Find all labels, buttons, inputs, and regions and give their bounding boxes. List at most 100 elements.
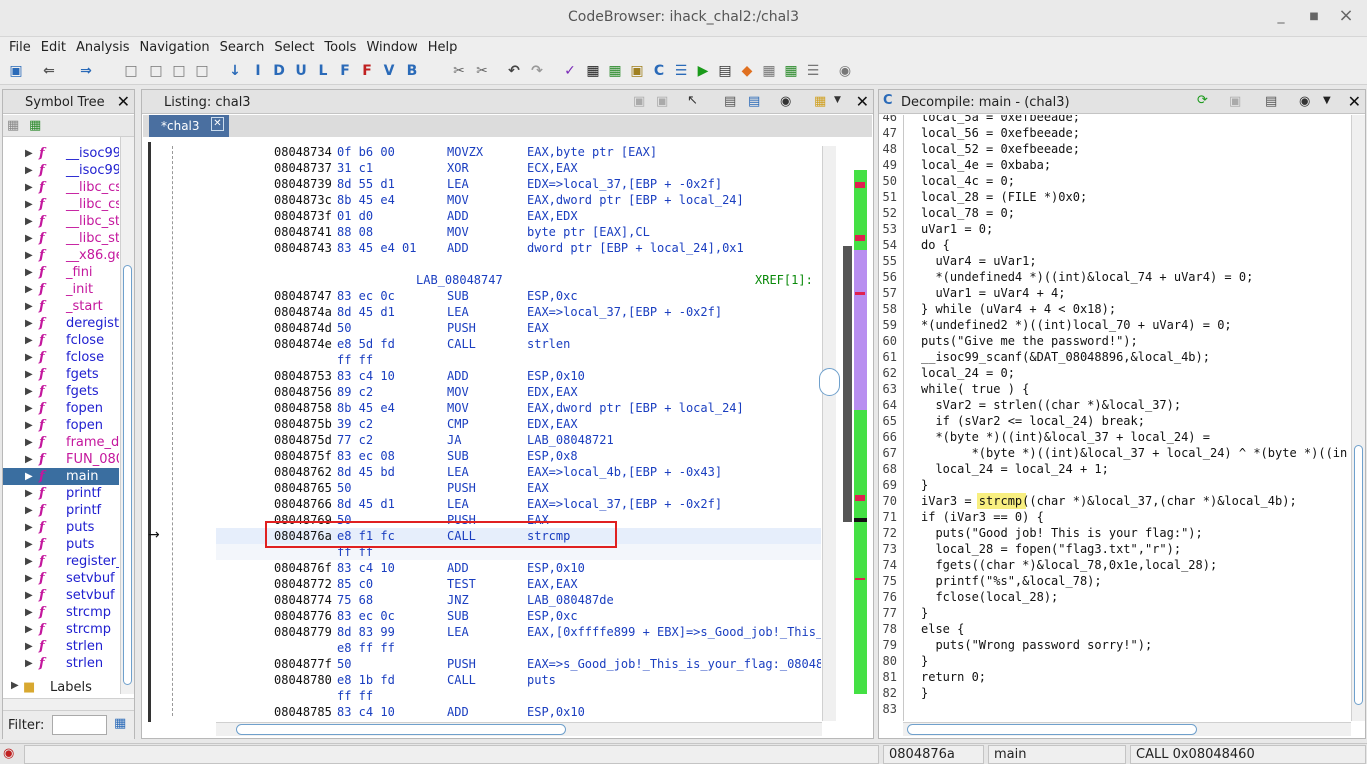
decompile-hscrollbar[interactable] xyxy=(903,722,1351,736)
redo-icon[interactable]: ↷ xyxy=(528,62,546,80)
decompile-line[interactable]: 77} xyxy=(879,605,1347,621)
listing-label-row[interactable]: LAB_08048747 XREF[1]: xyxy=(216,272,821,288)
symbol-tree-item[interactable]: ▶ f fopen xyxy=(3,417,119,434)
listing-row[interactable]: 08048753 83 c4 10 ADD ESP,0x10 xyxy=(216,368,821,384)
symbol-tree-item[interactable]: ▶ f _start xyxy=(3,298,119,315)
decompile-line[interactable]: 64 sVar2 = strlen((char *)&local_37); xyxy=(879,397,1347,413)
function-f-icon[interactable]: F xyxy=(336,62,354,80)
expand-arrow-icon[interactable]: ▶ xyxy=(25,519,33,536)
code-label[interactable]: LAB_08048747 xyxy=(416,272,503,288)
symbol-tree-item[interactable]: ▶ f puts xyxy=(3,519,119,536)
snapshot-icon[interactable]: ◉ xyxy=(836,62,854,80)
bookmark-icon[interactable]: ▦ xyxy=(606,62,624,80)
listing-row[interactable]: 08048758 8b 45 e4 MOV EAX,dword ptr [EBP + … xyxy=(216,400,821,416)
expand-arrow-icon[interactable]: ▶ xyxy=(25,400,33,417)
menu-search[interactable]: Search xyxy=(213,37,268,55)
copy-icon[interactable]: ▣ xyxy=(1229,94,1241,109)
next-label-icon[interactable]: □ xyxy=(193,62,211,80)
symbol-tree-item[interactable]: ▶ f strcmp xyxy=(3,621,119,638)
listing-row[interactable]: 0804875f 83 ec 08 SUB ESP,0x8 xyxy=(216,448,821,464)
expand-arrow-icon[interactable]: ▶ xyxy=(25,655,33,672)
listing-hscrollbar[interactable] xyxy=(216,722,822,736)
listing-row[interactable]: 08048772 85 c0 TEST EAX,EAX xyxy=(216,576,821,592)
listing-row[interactable]: 08048762 8d 45 bd LEA EAX=>local_4b,[EBP + … xyxy=(216,464,821,480)
next-undefined-icon[interactable]: □ xyxy=(170,62,188,80)
symbol-tree-item[interactable]: ▶ f deregist xyxy=(3,315,119,332)
data-type-icon[interactable]: ▣ xyxy=(628,62,646,80)
close-window-button[interactable]: × xyxy=(1336,5,1356,26)
expand-arrow-icon[interactable]: ▶ xyxy=(25,434,33,451)
error-icon[interactable]: ◉ xyxy=(3,746,14,761)
export-icon[interactable]: ▦ xyxy=(782,62,800,80)
symbol-tree-item[interactable]: ▶ f strlen xyxy=(3,638,119,655)
listing-row[interactable]: 08048776 83 ec 0c SUB ESP,0xc xyxy=(216,608,821,624)
create-namespace-icon[interactable]: ▦ xyxy=(7,118,19,133)
listing-row[interactable] xyxy=(216,256,821,272)
listing-row[interactable]: 0804874d 50 PUSH EAX xyxy=(216,320,821,336)
symbol-tree-item[interactable]: ▶ f __libc_st xyxy=(3,213,119,230)
listing-row[interactable]: ff ff xyxy=(216,688,821,704)
expand-arrow-icon[interactable]: ▶ xyxy=(25,264,33,281)
symbol-tree-item[interactable]: ▶ f register_ xyxy=(3,553,119,570)
back-icon[interactable]: ⇐ xyxy=(40,62,58,80)
edit-signature-icon[interactable]: ▤ xyxy=(1265,94,1277,109)
symbol-tree-item[interactable]: ▶ f __isoc99 xyxy=(3,162,119,179)
hscroll-thumb[interactable] xyxy=(236,724,566,735)
symbol-tree-item[interactable]: ▶ f fopen xyxy=(3,400,119,417)
decompile-line[interactable]: 81 return 0; xyxy=(879,669,1347,685)
decompile-line[interactable]: 78 else { xyxy=(879,621,1347,637)
symbol-tree-scrollbar[interactable] xyxy=(120,137,134,694)
expand-arrow-icon[interactable]: ▶ xyxy=(25,604,33,621)
listing-scrollbar[interactable] xyxy=(819,146,840,721)
symbol-tree-item[interactable]: ▶ f FUN_080 xyxy=(3,451,119,468)
next-data-icon[interactable]: □ xyxy=(122,62,140,80)
menu-window[interactable]: Window xyxy=(359,37,420,55)
expand-arrow-icon[interactable]: ▶ xyxy=(25,298,33,315)
memory-map-icon[interactable]: ▦ xyxy=(584,62,602,80)
scroll-thumb[interactable] xyxy=(123,265,132,685)
symbol-tree-item[interactable]: ▶ f __isoc99 xyxy=(3,145,119,162)
listing-row[interactable]: 0804876f 83 c4 10 ADD ESP,0x10 xyxy=(216,560,821,576)
symbol-tree-item[interactable]: ▶ f fgets xyxy=(3,383,119,400)
decompile-line[interactable]: 53 uVar1 = 0; xyxy=(879,221,1347,237)
link-icon[interactable]: ▦ xyxy=(29,118,41,133)
listing-row[interactable]: 08048756 89 c2 MOV EDX,EAX xyxy=(216,384,821,400)
listing-row[interactable]: 08048747 83 ec 0c SUB ESP,0xc xyxy=(216,288,821,304)
forward-icon[interactable]: ⇒ xyxy=(77,62,95,80)
decompile-line[interactable]: 72 puts("Good job! This is your flag:"); xyxy=(879,525,1347,541)
listing-row[interactable]: 08048766 8d 45 d1 LEA EAX=>local_37,[EBP + … xyxy=(216,496,821,512)
decompile-line[interactable]: 54 do { xyxy=(879,237,1347,253)
decompile-line[interactable]: 57 uVar1 = uVar4 + 4; xyxy=(879,285,1347,301)
listing-row[interactable]: 08048765 50 PUSH EAX xyxy=(216,480,821,496)
listing-row[interactable]: 08048739 8d 55 d1 LEA EDX=>local_37,[EBP + … xyxy=(216,176,821,192)
labels-node[interactable]: ▶ ■ Labels xyxy=(3,680,121,697)
listing-row[interactable]: 0804874e e8 5d fd CALL strlen xyxy=(216,336,821,352)
scroll-thumb[interactable] xyxy=(819,368,840,396)
symbol-tree-item[interactable]: ▶ f __libc_cs xyxy=(3,179,119,196)
cut-icon[interactable]: ✂ xyxy=(450,62,468,80)
symbol-tree-item[interactable]: ▶ f main xyxy=(3,468,119,485)
remove-function-icon[interactable]: F xyxy=(358,62,376,80)
overview-bar[interactable] xyxy=(854,170,867,694)
decompile-line[interactable]: 80} xyxy=(879,653,1347,669)
symbol-tree-item[interactable]: ▶ f strlen xyxy=(3,655,119,672)
instruction-i-icon[interactable]: I xyxy=(249,62,267,80)
listing-row[interactable]: 08048743 83 45 e4 01 ADD dword ptr [EBP + l… xyxy=(216,240,821,256)
hscroll-thumb[interactable] xyxy=(907,724,1197,735)
filter-options-icon[interactable]: ▦ xyxy=(114,716,126,731)
decompile-line[interactable]: 55 uVar4 = uVar1; xyxy=(879,253,1347,269)
expand-arrow-icon[interactable]: ▶ xyxy=(11,680,19,691)
listing-row[interactable]: e8 ff ff xyxy=(216,640,821,656)
decompile-line[interactable]: 46 local_5a = 0xefbeeade; xyxy=(879,115,1347,125)
sitemap-icon[interactable]: ☰ xyxy=(804,62,822,80)
expand-arrow-icon[interactable]: ▶ xyxy=(25,162,33,179)
check-icon[interactable]: ✓ xyxy=(561,62,579,80)
expand-arrow-icon[interactable]: ▶ xyxy=(25,485,33,502)
expand-arrow-icon[interactable]: ▶ xyxy=(25,196,33,213)
menu-help[interactable]: Help xyxy=(421,37,461,55)
symbol-tree-item[interactable]: ▶ f _fini xyxy=(3,264,119,281)
symbol-tree-item[interactable]: ▶ f setvbuf xyxy=(3,587,119,604)
symbol-tree-item[interactable]: ▶ f __x86.ge xyxy=(3,247,119,264)
decompile-line[interactable]: 47 local_56 = 0xefbeeade; xyxy=(879,125,1347,141)
decompile-line[interactable]: 75 printf("%s",&local_78); xyxy=(879,573,1347,589)
